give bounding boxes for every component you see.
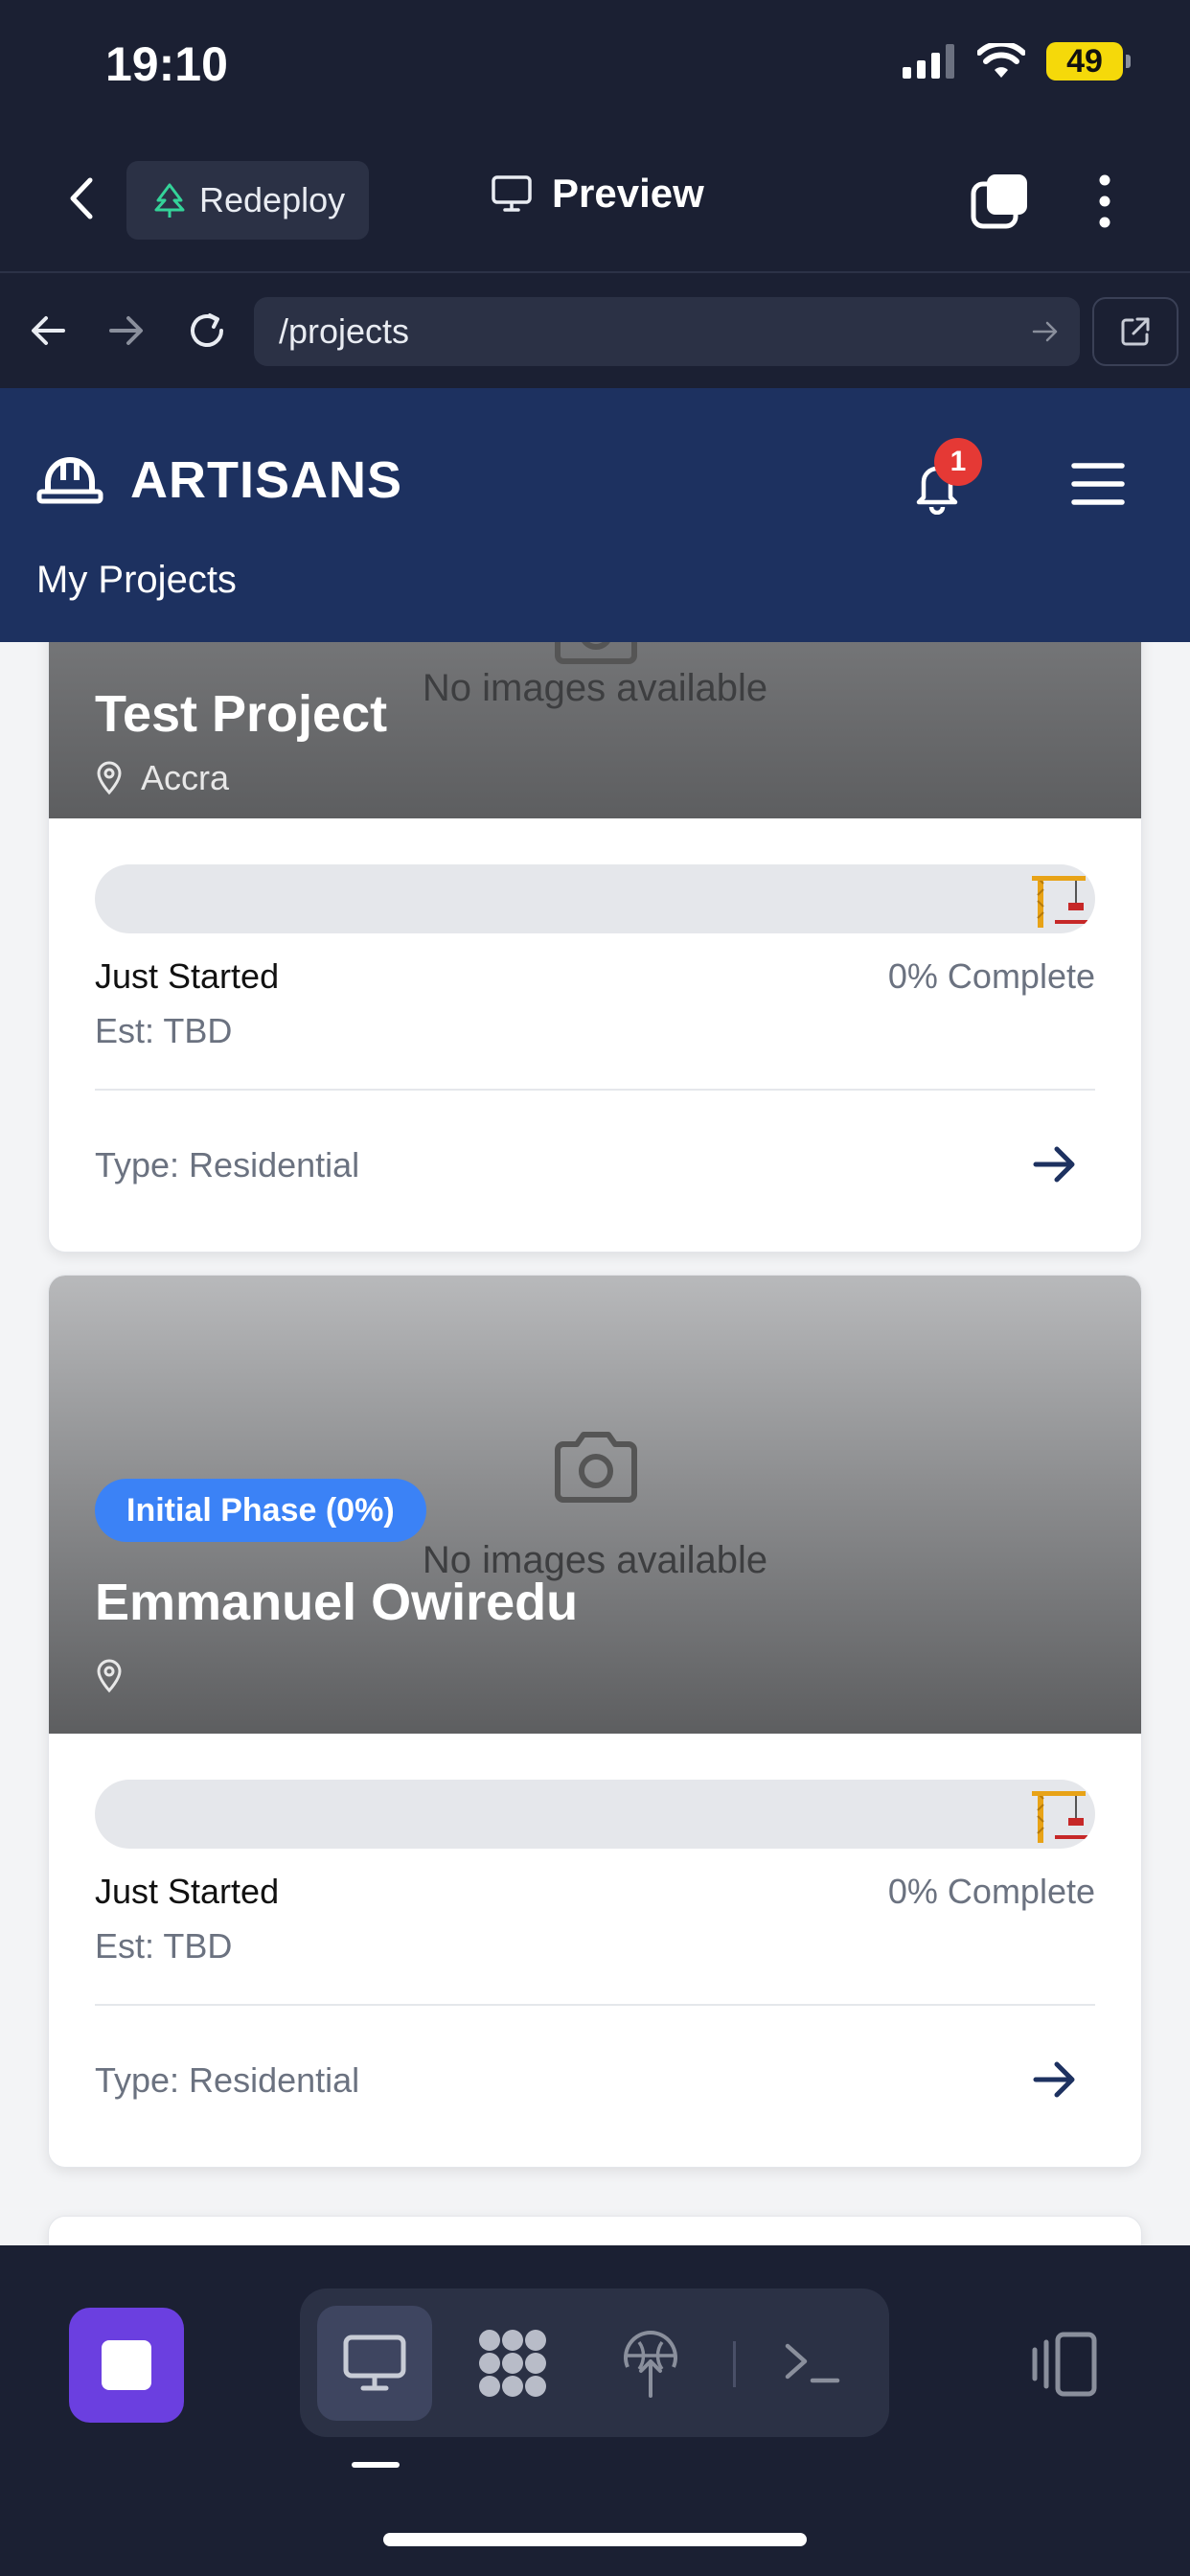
app-header: ARTISANS 1 My Projects (0, 388, 1190, 642)
wifi-icon (977, 43, 1025, 78)
progress-bar (95, 1780, 1095, 1849)
hamburger-menu-icon[interactable] (1071, 457, 1125, 511)
status-time: 19:10 (105, 37, 228, 91)
hard-hat-icon (36, 457, 103, 504)
battery-indicator: 49 (1046, 42, 1131, 80)
external-link-icon (1121, 317, 1150, 346)
project-image-area: Initial Phase (0%) No images available E… (49, 1276, 1141, 1734)
signal-icon (903, 44, 954, 79)
completion-text: 0% Complete (887, 1872, 1095, 1911)
redeploy-button[interactable]: Redeploy (126, 161, 369, 240)
card-divider (95, 2004, 1095, 2006)
url-input[interactable]: /projects (254, 297, 1080, 366)
tabs-icon[interactable] (970, 171, 1031, 232)
map-pin-icon (97, 761, 122, 795)
open-external-button[interactable] (1092, 297, 1179, 366)
url-text: /projects (279, 311, 410, 351)
project-location (95, 1659, 141, 1693)
terminal-button[interactable] (755, 2306, 870, 2421)
preview-label: Preview (552, 171, 704, 216)
project-status: Just Started (95, 1872, 280, 1911)
map-pin-icon (97, 1659, 122, 1693)
terminal-icon (785, 2343, 840, 2383)
builder-bottom-bar (0, 2245, 1190, 2576)
project-name: Emmanuel Owiredu (95, 1574, 579, 1631)
nodes-icon (479, 2330, 546, 2397)
project-name: Test Project (95, 685, 388, 743)
crane-icon (1032, 876, 1087, 928)
project-type: Type: Residential (95, 2060, 360, 2100)
toolbar-separator (733, 2341, 736, 2387)
project-location: Accra (95, 758, 229, 798)
estimate-text: Est: TBD (95, 1011, 233, 1050)
card-divider (95, 1089, 1095, 1091)
split-view-icon[interactable] (1025, 2327, 1102, 2404)
view-switcher (300, 2288, 889, 2437)
phase-badge: Initial Phase (0%) (95, 1479, 426, 1542)
arrow-left-icon[interactable] (25, 308, 71, 354)
more-vertical-icon[interactable] (1088, 171, 1121, 232)
notification-badge: 1 (934, 438, 982, 486)
stop-icon (102, 2340, 151, 2390)
stop-button[interactable] (69, 2308, 184, 2423)
url-bar: /projects (0, 273, 1190, 388)
project-card[interactable] (48, 2216, 1142, 2245)
project-location-text: Accra (141, 758, 230, 797)
crane-icon (1032, 1791, 1087, 1843)
brand[interactable]: ARTISANS (36, 450, 402, 510)
globe-upload-icon (624, 2331, 677, 2398)
brand-name: ARTISANS (130, 451, 403, 509)
preview-title: Preview (491, 171, 704, 217)
desktop-view-button[interactable] (317, 2306, 432, 2421)
monitor-icon (343, 2334, 406, 2391)
redeploy-label: Redeploy (199, 180, 346, 219)
active-tab-indicator (352, 2462, 400, 2468)
deploy-button[interactable] (593, 2306, 708, 2421)
project-card[interactable]: Initial Phase (0%) No images available E… (48, 1275, 1142, 2168)
estimate-text: Est: TBD (95, 1926, 233, 1966)
web-preview: ARTISANS 1 My Projects No images availab… (0, 388, 1190, 2245)
status-bar: 19:10 49 (0, 0, 1190, 134)
project-type: Type: Residential (95, 1145, 360, 1184)
tree-icon (154, 183, 185, 218)
arrow-right-icon[interactable] (1028, 2053, 1082, 2106)
chevron-left-icon[interactable] (59, 174, 107, 222)
arrow-right-icon[interactable] (1030, 316, 1061, 347)
integrations-button[interactable] (455, 2306, 570, 2421)
arrow-right-icon[interactable] (103, 308, 149, 354)
page-subtitle: My Projects (36, 559, 237, 601)
monitor-icon (492, 175, 532, 212)
completion-text: 0% Complete (887, 956, 1095, 996)
builder-toolbar: Redeploy Preview (0, 134, 1190, 273)
reload-icon[interactable] (184, 308, 230, 354)
progress-bar (95, 864, 1095, 933)
status-indicators: 49 (903, 42, 1131, 80)
project-status: Just Started (95, 956, 280, 996)
camera-icon (555, 1432, 637, 1503)
home-indicator (383, 2533, 807, 2546)
arrow-right-icon[interactable] (1028, 1138, 1082, 1191)
